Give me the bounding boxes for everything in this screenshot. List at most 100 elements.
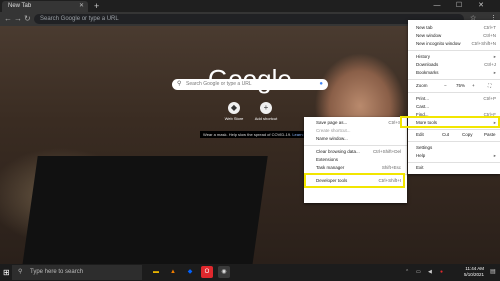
menu-item-new-window[interactable]: New window Ctrl+N: [408, 32, 500, 40]
minimize-icon[interactable]: —: [430, 0, 444, 12]
menu-item-shortcut: Ctrl+N: [483, 33, 496, 38]
menu-item-shortcut: Ctrl+T: [483, 25, 496, 30]
menu-divider: [408, 92, 500, 93]
menu-item-label: New window: [416, 33, 442, 38]
chevron-right-icon: ▸: [493, 54, 496, 59]
covid-notice-text: Wear a mask. Help slow the spread of COV…: [203, 132, 292, 137]
volume-icon[interactable]: ◀: [428, 264, 432, 281]
opera-icon[interactable]: O: [201, 266, 213, 278]
menu-item-label: Help: [416, 153, 426, 158]
menu-item-label: Extensions: [316, 157, 339, 162]
dropbox-icon[interactable]: ◆: [184, 266, 196, 278]
edit-label: Edit: [416, 132, 424, 137]
tab-new-tab[interactable]: New Tab ✕: [2, 1, 88, 12]
notifications-icon[interactable]: ▤: [490, 264, 496, 281]
menu-divider: [408, 50, 500, 51]
cut-button[interactable]: Cut: [442, 131, 449, 139]
menu-item-shortcut: Ctrl+P: [483, 96, 496, 101]
menu-divider: [408, 141, 500, 142]
show-hidden-icons-icon[interactable]: ⌃: [405, 264, 409, 281]
paste-button[interactable]: Paste: [484, 131, 496, 139]
menu-item-extensions[interactable]: Extensions: [304, 156, 407, 164]
shortcut-add[interactable]: + Add shortcut: [251, 102, 281, 121]
reload-icon[interactable]: ↻: [24, 12, 31, 26]
windows-taskbar: ⊞ ⚲ Type here to search ▬ ▲ ◆ O ◉ ⌃ ▭ ◀ …: [0, 264, 500, 281]
chevron-right-icon: ▸: [493, 153, 496, 158]
menu-item-new-tab[interactable]: New tab Ctrl+T: [408, 24, 500, 32]
menu-item-label: Settings: [416, 145, 433, 150]
menu-divider: [304, 145, 407, 146]
menu-item-shortcut: Ctrl+J: [484, 62, 496, 67]
taskbar-search-box[interactable]: ⚲ Type here to search: [12, 265, 142, 280]
menu-item-new-incognito-window[interactable]: New incognito window Ctrl+Shift+N: [408, 40, 500, 48]
menu-item-help[interactable]: Help ▸: [408, 152, 500, 160]
menu-item-label: Exit: [416, 165, 424, 170]
covid-notice: Wear a mask. Help slow the spread of COV…: [200, 131, 316, 138]
developer-tools-highlight: [304, 173, 405, 188]
search-icon: ⚲: [177, 81, 182, 87]
ntp-search-placeholder: Search Google or type a URL: [186, 81, 252, 87]
menu-item-history[interactable]: History ▸: [408, 53, 500, 61]
menu-item-name-window[interactable]: Name window...: [304, 135, 407, 143]
address-bar-placeholder: Search Google or type a URL: [40, 16, 119, 22]
forward-icon[interactable]: →: [14, 12, 22, 26]
maximize-icon[interactable]: ☐: [452, 0, 466, 12]
shortcut-web-store[interactable]: ◆ Web Store: [219, 102, 249, 121]
shortcut-label: Add shortcut: [254, 116, 278, 121]
more-tools-highlight: [400, 116, 500, 128]
menu-item-label: Name window...: [316, 136, 348, 141]
menu-item-create-shortcut[interactable]: Create shortcut...: [304, 127, 407, 135]
menu-item-bookmarks[interactable]: Bookmarks ▸: [408, 69, 500, 77]
menu-item-label: Bookmarks: [416, 70, 439, 75]
menu-item-label: Save page as...: [316, 120, 348, 125]
tab-strip: New Tab ✕ + — ☐ ✕: [0, 0, 500, 12]
file-explorer-icon[interactable]: ▬: [150, 266, 162, 278]
zoom-level: 75%: [456, 83, 466, 88]
menu-divider: [408, 162, 500, 163]
plus-icon: +: [260, 102, 272, 114]
menu-item-settings[interactable]: Settings: [408, 144, 500, 152]
menu-item-shortcut: Ctrl+Shift+Del: [372, 149, 401, 154]
zoom-in-button[interactable]: +: [472, 82, 475, 90]
menu-item-label: Create shortcut...: [316, 128, 351, 133]
copy-button[interactable]: Copy: [462, 131, 473, 139]
menu-item-exit[interactable]: Exit: [408, 164, 500, 172]
network-icon[interactable]: ▭: [416, 264, 421, 281]
menu-item-print[interactable]: Print... Ctrl+P: [408, 95, 500, 103]
vlc-icon[interactable]: ▲: [167, 266, 179, 278]
menu-item-label: History: [416, 54, 431, 59]
taskbar-clock[interactable]: 11:44 AM 5/10/2021: [464, 266, 484, 278]
menu-item-shortcut: Shift+Esc: [381, 165, 401, 170]
microphone-icon[interactable]: ●: [319, 79, 323, 90]
close-tab-icon[interactable]: ✕: [79, 1, 84, 12]
menu-item-clear-browsing-data[interactable]: Clear browsing data... Ctrl+Shift+Del: [304, 148, 407, 156]
menu-divider: [408, 129, 500, 130]
zoom-label: Zoom: [416, 83, 428, 88]
menu-item-label: Clear browsing data...: [316, 149, 360, 154]
tab-title: New Tab: [8, 3, 32, 9]
close-window-icon[interactable]: ✕: [474, 0, 488, 12]
back-icon[interactable]: ←: [4, 12, 12, 26]
windows-start-icon[interactable]: ⊞: [3, 264, 10, 281]
menu-item-task-manager[interactable]: Task manager Shift+Esc: [304, 164, 407, 172]
address-bar[interactable]: Search Google or type a URL: [34, 14, 464, 24]
menu-item-save-page[interactable]: Save page as... Ctrl+S: [304, 119, 407, 127]
new-tab-button[interactable]: +: [94, 0, 99, 12]
menu-item-downloads[interactable]: Downloads Ctrl+J: [408, 61, 500, 69]
more-tools-submenu: Save page as... Ctrl+S Create shortcut...…: [304, 117, 407, 203]
chrome-icon[interactable]: ◉: [218, 266, 230, 278]
menu-item-label: New incognito window: [416, 41, 461, 46]
fullscreen-icon[interactable]: ⛶: [488, 82, 491, 90]
menu-item-label: Task manager: [316, 165, 345, 170]
zoom-out-button[interactable]: −: [444, 82, 447, 90]
ntp-search-box[interactable]: ⚲ Search Google or type a URL ●: [172, 79, 328, 90]
menu-divider: [408, 79, 500, 80]
menu-item-label: Cast...: [416, 104, 430, 109]
background-photo-tablet: [22, 156, 268, 266]
menu-item-label: Downloads: [416, 62, 439, 67]
tray-app-icon[interactable]: ●: [440, 264, 443, 281]
chevron-right-icon: ▸: [493, 70, 496, 75]
menu-item-cast[interactable]: Cast...: [408, 103, 500, 111]
chrome-main-menu: New tab Ctrl+T New window Ctrl+N New incog…: [408, 20, 500, 174]
store-icon: ◆: [228, 102, 240, 114]
